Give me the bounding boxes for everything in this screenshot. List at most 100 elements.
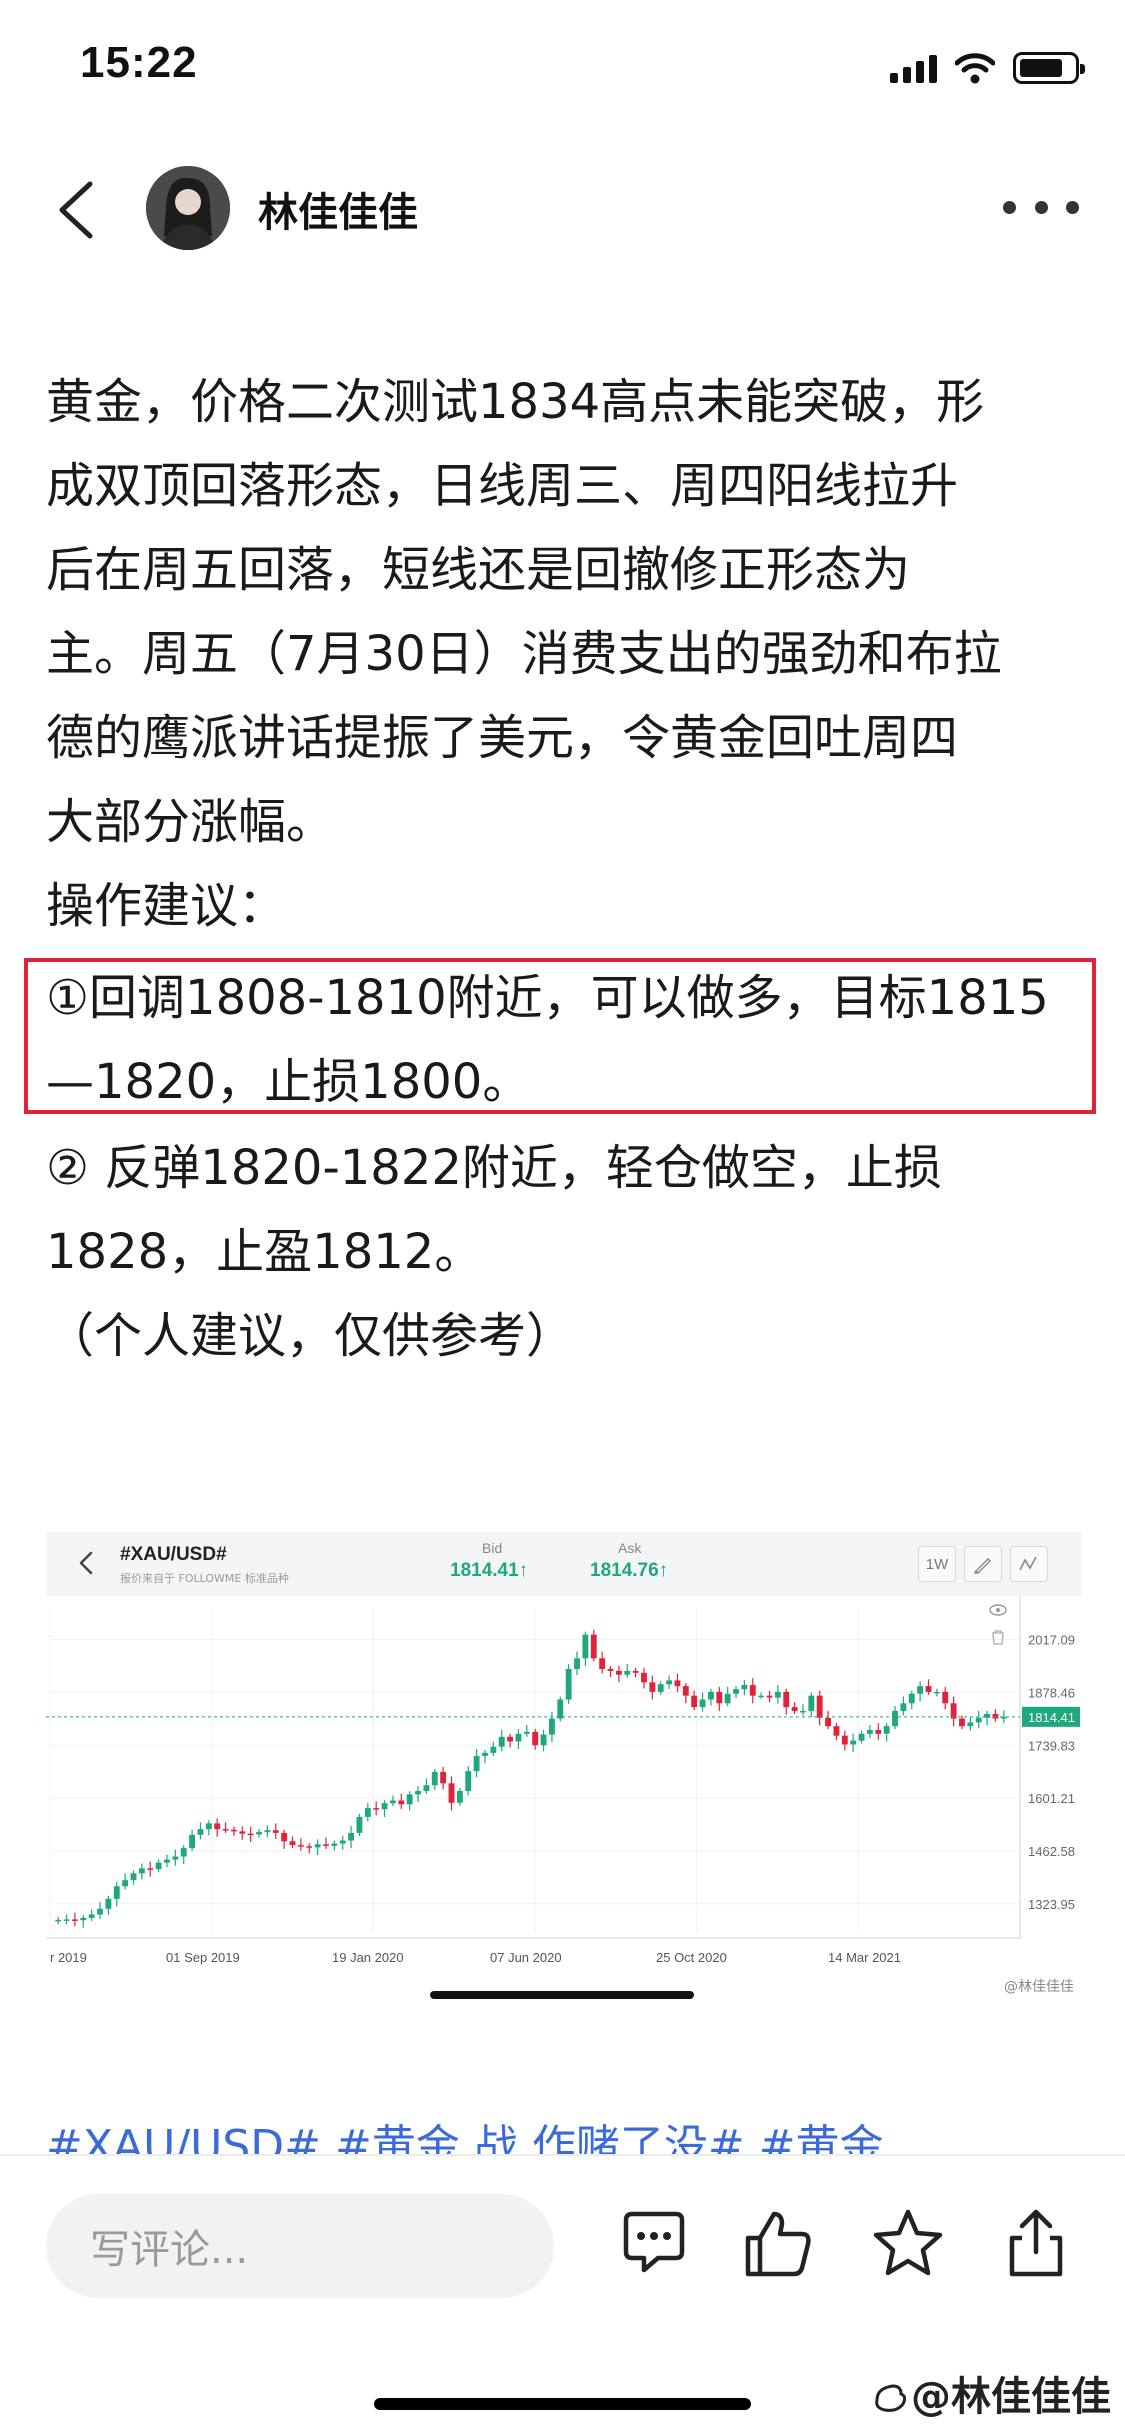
candle-body (741, 1684, 748, 1690)
share-button[interactable] (996, 2204, 1076, 2284)
candle-body (281, 1832, 288, 1842)
y-tick-label: 2017.09 (1028, 1633, 1075, 1648)
candle-body (933, 1691, 940, 1694)
candle-body (289, 1841, 296, 1846)
candle-body (791, 1707, 798, 1711)
candle-body (674, 1680, 681, 1687)
candle-body (331, 1843, 338, 1846)
candle-body (540, 1734, 547, 1746)
ask-value: 1814.76↑ (590, 1560, 669, 1581)
candle-body (641, 1672, 647, 1683)
article-line: （个人建议，仅供参考） (46, 1308, 575, 1364)
status-bar: 15:22 (0, 0, 1125, 140)
indicator-icon (1010, 1546, 1048, 1582)
candle-body (691, 1695, 698, 1708)
candle-body (632, 1670, 639, 1673)
candle-body (900, 1703, 907, 1711)
watermark: @林佳佳佳 (871, 2364, 1111, 2422)
candle-body (565, 1668, 572, 1700)
candle-body (189, 1834, 196, 1849)
comment-input[interactable]: 写评论... (46, 2194, 554, 2298)
eye-icon (989, 1604, 1007, 1616)
candle-body (950, 1703, 957, 1719)
candle-body (381, 1803, 388, 1810)
candle-body (925, 1686, 932, 1692)
x-tick-label: r 2019 (50, 1950, 87, 1965)
candle-body (197, 1829, 204, 1835)
y-tick-label: 1462.58 (1028, 1844, 1075, 1859)
article-line: ② 反弹1820-1822附近，轻仓做空，止损 (46, 1140, 942, 1196)
candle-body (825, 1717, 832, 1727)
more-options-button[interactable] (1003, 192, 1079, 222)
comment-button[interactable] (614, 2204, 694, 2284)
highlighted-line: —1820，止损1800。 (46, 1054, 531, 1110)
candle-body (465, 1771, 472, 1791)
candle-body (841, 1735, 848, 1745)
candle-body (523, 1731, 530, 1734)
candle-body (80, 1917, 87, 1921)
candle-body (297, 1845, 304, 1847)
candle-body (783, 1691, 790, 1708)
candle-body (557, 1699, 564, 1719)
candle-body (607, 1668, 614, 1671)
candle-body (356, 1816, 363, 1833)
candle-body (373, 1808, 380, 1810)
candle-body (507, 1736, 514, 1742)
article-line: 后在周五回落，短线还是回撤修正形态为 (46, 542, 911, 598)
favorite-button[interactable] (868, 2204, 948, 2284)
author-avatar[interactable] (146, 166, 230, 250)
candle-body (582, 1634, 589, 1659)
candle-body (699, 1699, 706, 1708)
candle-body (649, 1682, 656, 1692)
candlestick-chart: 1814.41 2017.09 1878.46 1739.83 1601.21 1462.… (46, 1596, 1080, 1965)
candle-body (917, 1686, 924, 1694)
x-tick-label: 14 Mar 2021 (828, 1950, 901, 1965)
trash-icon (992, 1630, 1004, 1645)
author-name[interactable]: 林佳佳佳 (258, 180, 418, 238)
candle-body (264, 1830, 271, 1833)
candle-body (875, 1729, 882, 1734)
candle-body (515, 1733, 522, 1742)
candle-body (615, 1670, 622, 1675)
candle-body (138, 1868, 145, 1874)
candle-body (624, 1670, 631, 1675)
candle-body (448, 1783, 455, 1803)
candle-body (147, 1868, 154, 1870)
back-button[interactable] (48, 170, 108, 250)
y-tick-label: 1601.21 (1028, 1791, 1075, 1806)
period-button: 1W (918, 1546, 956, 1582)
candle-body (498, 1736, 505, 1747)
comment-icon (623, 2211, 685, 2273)
x-tick-label: 25 Oct 2020 (656, 1950, 727, 1965)
candle-body (88, 1914, 95, 1918)
x-tick-label: 01 Sep 2019 (166, 1950, 240, 1965)
candle-body (749, 1684, 756, 1696)
highlighted-line: ①回调1808-1810附近，可以做多，目标1815 (46, 970, 1049, 1026)
candle-body (850, 1740, 857, 1745)
topic-tags[interactable]: #XAU/USD# #黄金 战 作赌了没# #黄金 (46, 2094, 1086, 2154)
x-tick-label: 07 Jun 2020 (490, 1950, 562, 1965)
like-button[interactable] (738, 2204, 818, 2284)
chart-source: 报价来自于 FOLLOWME 标准品种 (120, 1572, 289, 1585)
candle-body (323, 1844, 329, 1846)
candle-body (272, 1830, 279, 1833)
chart-home-indicator (430, 1991, 694, 1999)
candle-body (456, 1790, 463, 1803)
draw-tool-icon (964, 1546, 1002, 1582)
candle-body (306, 1846, 313, 1848)
candle-body (716, 1691, 723, 1704)
candle-body (532, 1731, 539, 1746)
chart-watermark: @林佳佳佳 (1004, 1979, 1074, 1995)
candle-body (992, 1713, 999, 1719)
cellular-signal-icon (890, 53, 937, 83)
candle-body (866, 1729, 873, 1734)
chart-symbol: #XAU/USD# (120, 1544, 227, 1565)
article-line: 德的鹰派讲话提振了美元，令黄金回吐周四 (46, 710, 959, 766)
candle-body (256, 1832, 262, 1835)
candle-body (892, 1710, 898, 1727)
x-tick-label: 19 Jan 2020 (332, 1950, 404, 1965)
chart-image[interactable]: #XAU/USD# 报价来自于 FOLLOWME 标准品种 Bid 1814.4… (46, 1532, 1082, 2002)
candle-body (389, 1800, 396, 1804)
candle-body (666, 1680, 673, 1685)
article-header: 林佳佳佳 (0, 150, 1125, 270)
